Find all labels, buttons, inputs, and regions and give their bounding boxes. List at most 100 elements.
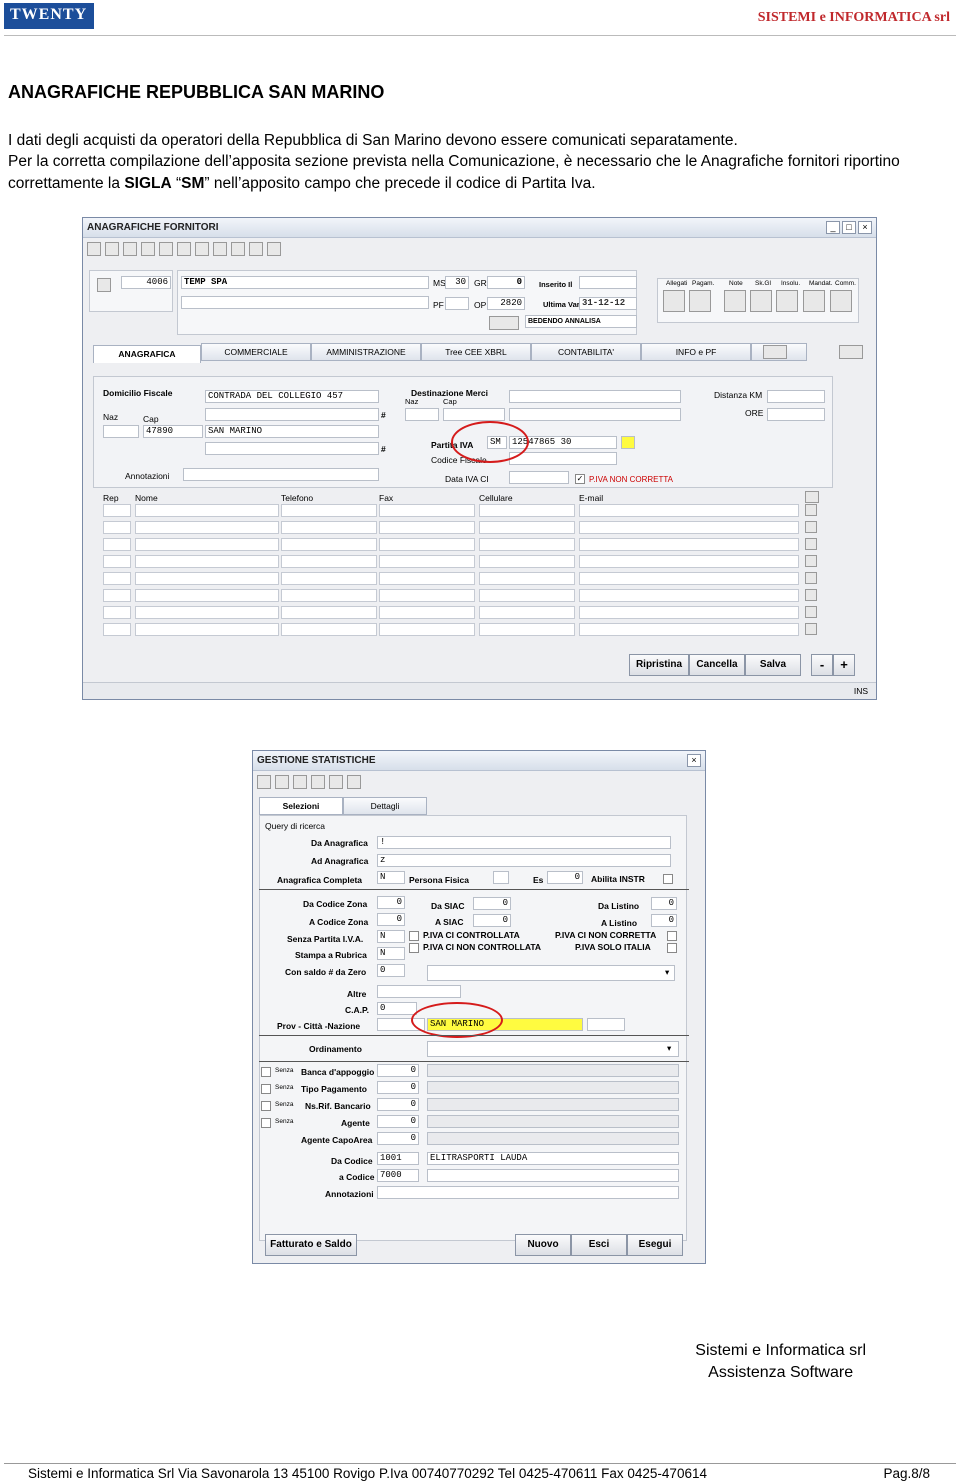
nazione-field[interactable]	[587, 1018, 625, 1031]
open-icon[interactable]	[275, 775, 289, 789]
chk-piva-solo-italia[interactable]	[667, 943, 677, 953]
row-edit-icon[interactable]	[805, 623, 817, 635]
a-zona-field[interactable]: 0	[377, 913, 405, 926]
grid-cell[interactable]	[479, 555, 575, 568]
grid-cell[interactable]	[281, 538, 377, 551]
chk-piva-non-controllata[interactable]	[409, 943, 419, 953]
close-icon[interactable]: ×	[687, 754, 701, 767]
ultima-field[interactable]: 31-12-12	[579, 297, 637, 310]
filter-icon[interactable]	[311, 775, 325, 789]
books-icon[interactable]	[177, 242, 191, 256]
row-edit-icon[interactable]	[805, 589, 817, 601]
senza-piva-field[interactable]: N	[377, 930, 405, 943]
sheet-icon[interactable]	[750, 290, 772, 312]
minimize-icon[interactable]: _	[826, 221, 840, 234]
payment-icon[interactable]	[689, 290, 711, 312]
print-icon[interactable]	[159, 242, 173, 256]
dest-address-field[interactable]	[509, 390, 681, 403]
chevron-down-icon[interactable]: ▾	[665, 967, 669, 978]
tab-anagrafica[interactable]: ANAGRAFICA	[93, 345, 201, 363]
ripristina-button[interactable]: Ripristina	[629, 654, 689, 676]
unpaid-icon[interactable]	[776, 290, 798, 312]
abilita-instr-checkbox[interactable]	[663, 874, 673, 884]
grid-cell[interactable]	[479, 538, 575, 551]
da-siac-field[interactable]: 0	[473, 897, 511, 910]
chk-piva-controllata[interactable]	[409, 931, 419, 941]
dest-naz-field[interactable]	[405, 408, 439, 421]
address-field[interactable]: CONTRADA DEL COLLEGIO 457	[205, 390, 379, 403]
grid-cell[interactable]	[103, 589, 131, 602]
grid-cell[interactable]	[379, 555, 475, 568]
grid-cell[interactable]	[479, 504, 575, 517]
grid-cell[interactable]	[103, 623, 131, 636]
persona-fisica-field[interactable]	[493, 871, 509, 884]
exit-icon[interactable]	[267, 242, 281, 256]
tab-tree-cee[interactable]: Tree CEE XBRL	[421, 343, 531, 361]
tab-selezioni[interactable]: Selezioni	[259, 797, 343, 815]
grid-cell[interactable]	[135, 589, 279, 602]
saldo-field[interactable]: 0	[377, 964, 405, 977]
a-codice-field[interactable]: 7000	[377, 1169, 419, 1182]
row-edit-icon[interactable]	[805, 572, 817, 584]
senza-banca-checkbox[interactable]	[261, 1067, 271, 1077]
save-icon[interactable]	[141, 242, 155, 256]
grid-cell[interactable]	[379, 504, 475, 517]
ore-field[interactable]	[767, 408, 825, 421]
close-icon[interactable]: ×	[858, 221, 872, 234]
open-icon[interactable]	[105, 242, 119, 256]
tab-info-pf[interactable]: INFO e PF	[641, 343, 751, 361]
grid-cell[interactable]	[479, 589, 575, 602]
grid-cell[interactable]	[479, 572, 575, 585]
row-edit-icon[interactable]	[805, 521, 817, 533]
nsrif-field[interactable]: 0	[377, 1098, 419, 1111]
a-listino-field[interactable]: 0	[651, 914, 677, 927]
grid-cell[interactable]	[281, 623, 377, 636]
grid-cell[interactable]	[135, 504, 279, 517]
pen-icon[interactable]	[805, 491, 819, 503]
name2-field[interactable]	[181, 296, 429, 309]
grid-cell[interactable]	[579, 555, 799, 568]
minus-button[interactable]: -	[811, 654, 833, 676]
shield-icon[interactable]	[329, 775, 343, 789]
exit-icon[interactable]	[347, 775, 361, 789]
grid-cell[interactable]	[579, 504, 799, 517]
nuovo-button[interactable]: Nuovo	[515, 1234, 571, 1256]
grid-cell[interactable]	[135, 623, 279, 636]
grid-cell[interactable]	[281, 521, 377, 534]
attachment-icon[interactable]	[663, 290, 685, 312]
grid-cell[interactable]	[379, 538, 475, 551]
grid-cell[interactable]	[579, 589, 799, 602]
grid-cell[interactable]	[103, 606, 131, 619]
gr-field[interactable]: 0	[487, 276, 525, 289]
grid-cell[interactable]	[135, 606, 279, 619]
grid-cell[interactable]	[281, 504, 377, 517]
da-anagrafica-field[interactable]: !	[377, 836, 671, 849]
grid-cell[interactable]	[479, 606, 575, 619]
inserito-field[interactable]	[579, 276, 637, 289]
row-edit-icon[interactable]	[805, 606, 817, 618]
tool-icon[interactable]	[213, 242, 227, 256]
chevron-down-icon[interactable]: ▾	[667, 1043, 671, 1054]
grid-cell[interactable]	[103, 555, 131, 568]
altre-field[interactable]	[377, 985, 461, 998]
saldo-select[interactable]	[427, 965, 675, 981]
ms-field[interactable]: 30	[445, 276, 469, 289]
grid-cell[interactable]	[103, 504, 131, 517]
tab-commerciale[interactable]: COMMERCIALE	[201, 343, 311, 361]
grid-cell[interactable]	[379, 572, 475, 585]
grid-cell[interactable]	[281, 589, 377, 602]
a-siac-field[interactable]: 0	[473, 914, 511, 927]
grid-cell[interactable]	[379, 521, 475, 534]
grid-cell[interactable]	[379, 589, 475, 602]
grid-cell[interactable]	[135, 572, 279, 585]
grid-cell[interactable]	[579, 623, 799, 636]
tipo-pagamento-field[interactable]: 0	[377, 1081, 419, 1094]
plus-button[interactable]: +	[833, 654, 855, 676]
province-field[interactable]	[205, 442, 379, 455]
grid-cell[interactable]	[579, 538, 799, 551]
grid-cell[interactable]	[281, 572, 377, 585]
esegui-button[interactable]: Esegui	[627, 1234, 683, 1256]
cancella-button[interactable]: Cancella	[689, 654, 745, 676]
grid-cell[interactable]	[103, 572, 131, 585]
grid-cell[interactable]	[579, 521, 799, 534]
